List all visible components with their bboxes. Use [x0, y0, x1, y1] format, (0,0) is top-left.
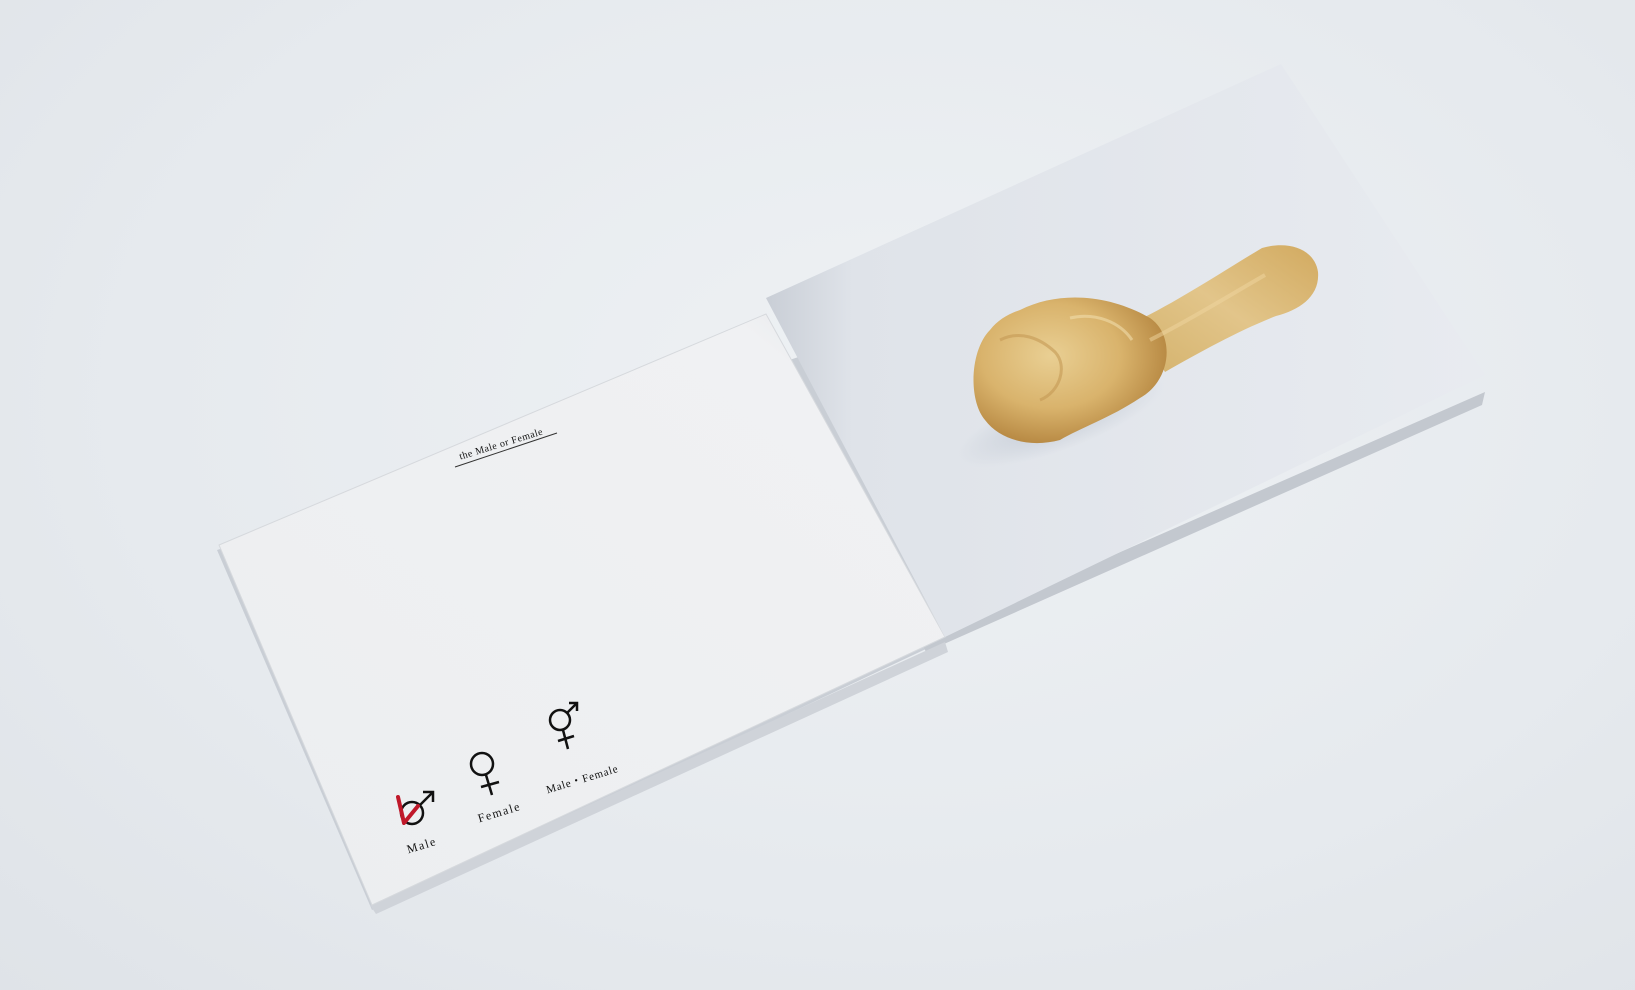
photo-background: the Male or Female Male Female Male・Fema…: [0, 0, 1635, 990]
open-booklet-illustration: [217, 64, 1485, 914]
